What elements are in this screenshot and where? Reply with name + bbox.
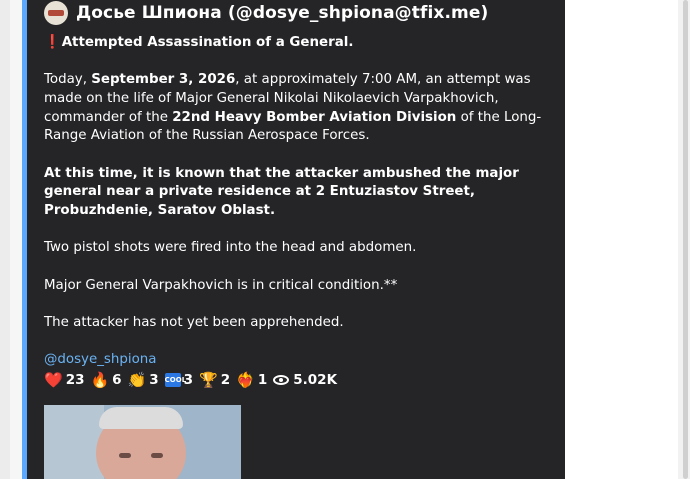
heart-on-fire-icon: ❤️‍🔥: [236, 371, 255, 389]
post-title-text: Attempted Assassination of a General.: [61, 35, 354, 50]
post-photo[interactable]: [44, 405, 241, 479]
post-date: September 3, 2026: [91, 72, 236, 88]
trophy-icon: 🏆: [199, 371, 218, 389]
eye-icon: [273, 375, 290, 385]
view-count: 5.02K: [273, 372, 337, 388]
channel-name[interactable]: Досье Шпиона (@dosye_shpiona@tfix.me): [76, 3, 488, 23]
post-unit: 22nd Heavy Bomber Aviation Division: [172, 109, 457, 125]
clapping-hands-icon: 👏: [127, 371, 147, 389]
reaction-trophy[interactable]: 🏆 2: [199, 371, 230, 389]
fire-icon: 🔥: [90, 371, 110, 389]
reactions-bar: ❤️ 23 🔥 6 👏 3 COOL 3 🏆 2 ❤️‍🔥 1 5.02K: [44, 369, 343, 391]
left-gutter: [0, 0, 10, 479]
post-paragraph-5: The attacker has not yet been apprehende…: [44, 314, 344, 330]
avatar-logo-icon: [48, 10, 64, 16]
post-paragraph-4: Major General Varpakhovich is in critica…: [44, 277, 398, 293]
channel-avatar[interactable]: [44, 1, 68, 25]
post-paragraph-2: At this time, it is known that the attac…: [44, 165, 519, 218]
message-header: Досье Шпиона (@dosye_shpiona@tfix.me): [44, 0, 488, 26]
reaction-heart-fire[interactable]: ❤️‍🔥 1: [236, 371, 267, 389]
red-heart-icon: ❤️: [44, 371, 63, 389]
channel-link[interactable]: @dosye_shpiona: [44, 352, 157, 367]
post-paragraph-1: Today, September 3, 2026, at approximate…: [44, 72, 542, 144]
reaction-fire[interactable]: 🔥 6: [90, 371, 121, 389]
post-paragraph-3: Two pistol shots were fired into the hea…: [44, 240, 417, 256]
post-title: ❗ Attempted Assassination of a General.: [44, 34, 549, 53]
exclamation-icon: ❗: [44, 35, 61, 50]
reaction-cool[interactable]: COOL 3: [164, 372, 193, 388]
right-margin: [565, 0, 678, 479]
reaction-heart[interactable]: ❤️ 23: [44, 371, 84, 389]
message-card: Досье Шпиона (@dosye_shpiona@tfix.me) ❗ …: [27, 0, 565, 479]
reaction-clap[interactable]: 👏 3: [128, 371, 159, 389]
scrollbar-thumb[interactable]: [683, 0, 688, 479]
left-margin: [10, 0, 22, 479]
cool-icon: COOL: [164, 373, 186, 387]
post-body: ❗ Attempted Assassination of a General. …: [44, 34, 549, 389]
